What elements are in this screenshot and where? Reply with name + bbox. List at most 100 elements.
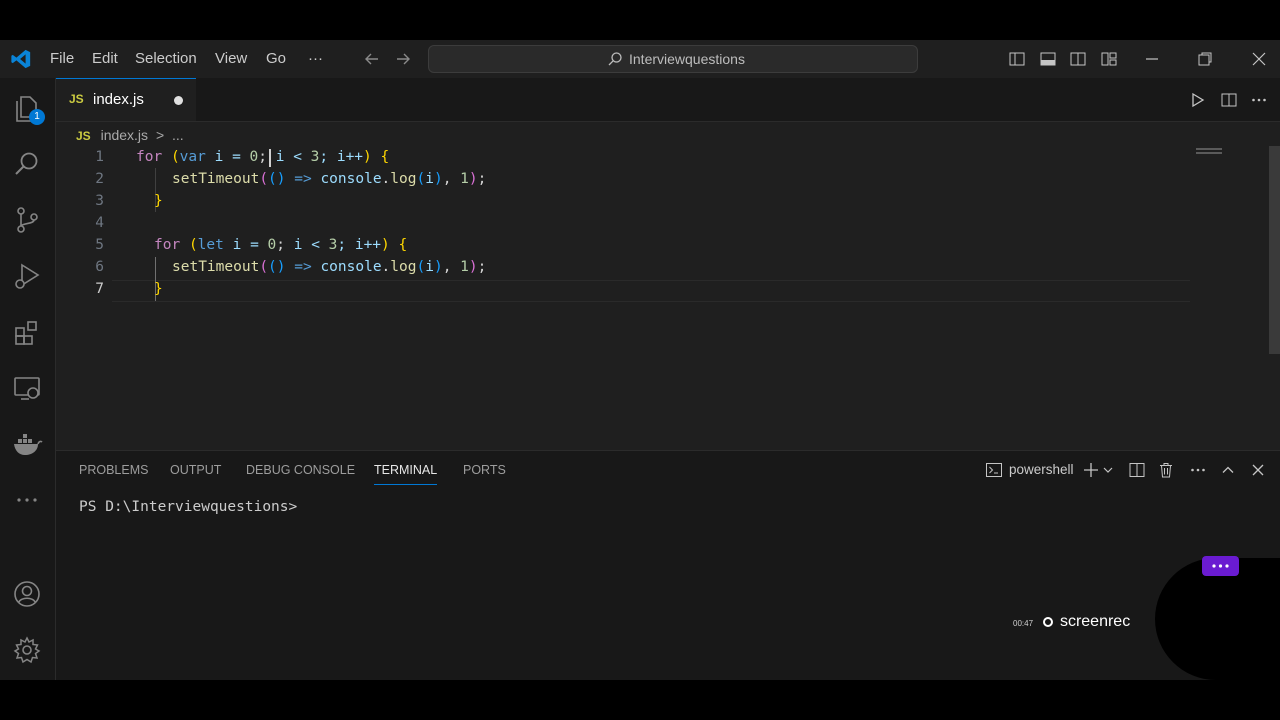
- search-icon: [607, 51, 623, 67]
- vscode-logo-icon[interactable]: [10, 48, 32, 70]
- breadcrumb-file[interactable]: index.js: [101, 127, 148, 143]
- title-bar: File Edit Selection View Go ··· Intervie…: [0, 40, 1280, 78]
- back-arrow-icon[interactable]: [363, 50, 381, 68]
- token: (): [268, 171, 286, 187]
- token: (: [259, 259, 269, 275]
- letterbox-top: [0, 0, 1280, 40]
- customize-layout-icon[interactable]: [1100, 50, 1118, 68]
- new-terminal-plus-icon[interactable]: [1082, 461, 1100, 479]
- token: (: [259, 171, 269, 187]
- minimap-line: [1196, 148, 1222, 150]
- menu-more[interactable]: ···: [308, 40, 323, 78]
- token: ;: [477, 171, 487, 187]
- token: ; i++: [319, 149, 364, 165]
- token: for: [154, 237, 181, 253]
- token: .: [381, 171, 391, 187]
- extensions-icon[interactable]: [11, 316, 43, 348]
- close-window-icon[interactable]: [1250, 50, 1268, 68]
- tab-ports[interactable]: PORTS: [463, 451, 506, 489]
- explorer-icon[interactable]: 1: [11, 92, 45, 125]
- js-file-icon: JS: [69, 92, 84, 106]
- tab-debug-console[interactable]: DEBUG CONSOLE: [246, 451, 355, 489]
- settings-gear-icon[interactable]: [11, 634, 43, 666]
- token: console: [320, 171, 382, 187]
- more-views-icon[interactable]: [11, 484, 43, 516]
- token: ,: [442, 259, 461, 275]
- mouse-ibeam-cursor: [269, 149, 271, 167]
- menu-file[interactable]: File: [50, 40, 74, 78]
- code-editor[interactable]: JS index.js > ... 1 2 3 4 5 6 7 for (var…: [56, 122, 1280, 450]
- token: (): [268, 259, 286, 275]
- accounts-icon[interactable]: [11, 578, 43, 610]
- record-dot-icon: [1043, 617, 1054, 627]
- toggle-panel-icon[interactable]: [1039, 50, 1057, 68]
- token: log: [390, 259, 417, 275]
- token: 1: [460, 171, 469, 187]
- toggle-secondary-sidebar-icon[interactable]: [1069, 50, 1087, 68]
- token: i: [425, 259, 434, 275]
- docker-icon[interactable]: [11, 428, 43, 460]
- line-number: 5: [95, 237, 104, 253]
- bottom-panel: PROBLEMS OUTPUT DEBUG CONSOLE TERMINAL P…: [56, 450, 1280, 681]
- token: ): [468, 259, 478, 275]
- run-debug-icon[interactable]: [11, 260, 43, 292]
- menu-go[interactable]: Go: [266, 40, 286, 78]
- menu-selection[interactable]: Selection: [135, 40, 197, 78]
- unsaved-dot-icon[interactable]: [174, 96, 183, 105]
- tab-index-js[interactable]: JS index.js: [56, 78, 196, 121]
- close-panel-icon[interactable]: [1249, 461, 1267, 479]
- search-text: Interviewquestions: [629, 51, 745, 67]
- token: =>: [285, 171, 321, 187]
- run-code-icon[interactable]: [1188, 91, 1206, 109]
- maximize-panel-chevron-up-icon[interactable]: [1219, 461, 1237, 479]
- token: for: [136, 149, 163, 165]
- line-number: 3: [95, 193, 104, 209]
- restore-icon[interactable]: [1196, 50, 1214, 68]
- split-editor-icon[interactable]: [1220, 91, 1238, 109]
- token: ): [433, 259, 443, 275]
- forward-arrow-icon[interactable]: [394, 50, 412, 68]
- editor-more-actions-icon[interactable]: [1250, 91, 1268, 109]
- token: (: [170, 149, 180, 165]
- letterbox-bottom: [0, 680, 1280, 720]
- breadcrumb-separator: >: [155, 127, 165, 143]
- menu-view[interactable]: View: [215, 40, 247, 78]
- breadcrumb: JS index.js > ...: [76, 124, 184, 146]
- code-lines[interactable]: 1 2 3 4 5 6 7 for (var i = 0; i < 3; i++…: [56, 146, 1056, 306]
- minimize-icon[interactable]: [1143, 50, 1161, 68]
- line-number: 6: [95, 259, 104, 275]
- token: ): [363, 149, 372, 165]
- breadcrumb-more[interactable]: ...: [172, 127, 184, 143]
- split-terminal-icon[interactable]: [1128, 461, 1146, 479]
- token: {: [371, 149, 390, 165]
- tab-terminal[interactable]: TERMINAL: [374, 451, 438, 485]
- token: var: [179, 149, 206, 165]
- token: i: [425, 171, 434, 187]
- search-view-icon[interactable]: [11, 148, 43, 180]
- token: ;: [276, 237, 294, 253]
- command-center-search[interactable]: Interviewquestions: [428, 45, 918, 73]
- token: .: [381, 259, 391, 275]
- token: setTimeout: [172, 259, 260, 275]
- editor-scrollbar[interactable]: [1269, 146, 1280, 354]
- token: ,: [442, 171, 461, 187]
- remote-explorer-icon[interactable]: [11, 372, 43, 404]
- terminal-prompt[interactable]: PS D:\Interviewquestions>: [79, 499, 297, 515]
- menu-edit[interactable]: Edit: [92, 40, 118, 78]
- code-line-6: setTimeout(() => console.log(i), 1);: [172, 256, 486, 278]
- terminal-icon[interactable]: [985, 461, 1003, 479]
- token: ): [433, 171, 443, 187]
- tab-problems[interactable]: PROBLEMS: [79, 451, 148, 489]
- token: (: [416, 259, 426, 275]
- token: {: [389, 237, 408, 253]
- token: (: [416, 171, 426, 187]
- chevron-down-icon[interactable]: [1102, 461, 1114, 479]
- panel-more-actions-icon[interactable]: [1189, 461, 1207, 479]
- trash-icon[interactable]: [1157, 461, 1175, 479]
- toggle-sidebar-icon[interactable]: [1008, 50, 1026, 68]
- source-control-icon[interactable]: [11, 204, 43, 236]
- line-number: 2: [95, 171, 104, 187]
- recorder-menu-button[interactable]: [1202, 556, 1239, 576]
- tab-output[interactable]: OUTPUT: [170, 451, 221, 489]
- terminal-shell-name[interactable]: powershell: [1009, 451, 1074, 489]
